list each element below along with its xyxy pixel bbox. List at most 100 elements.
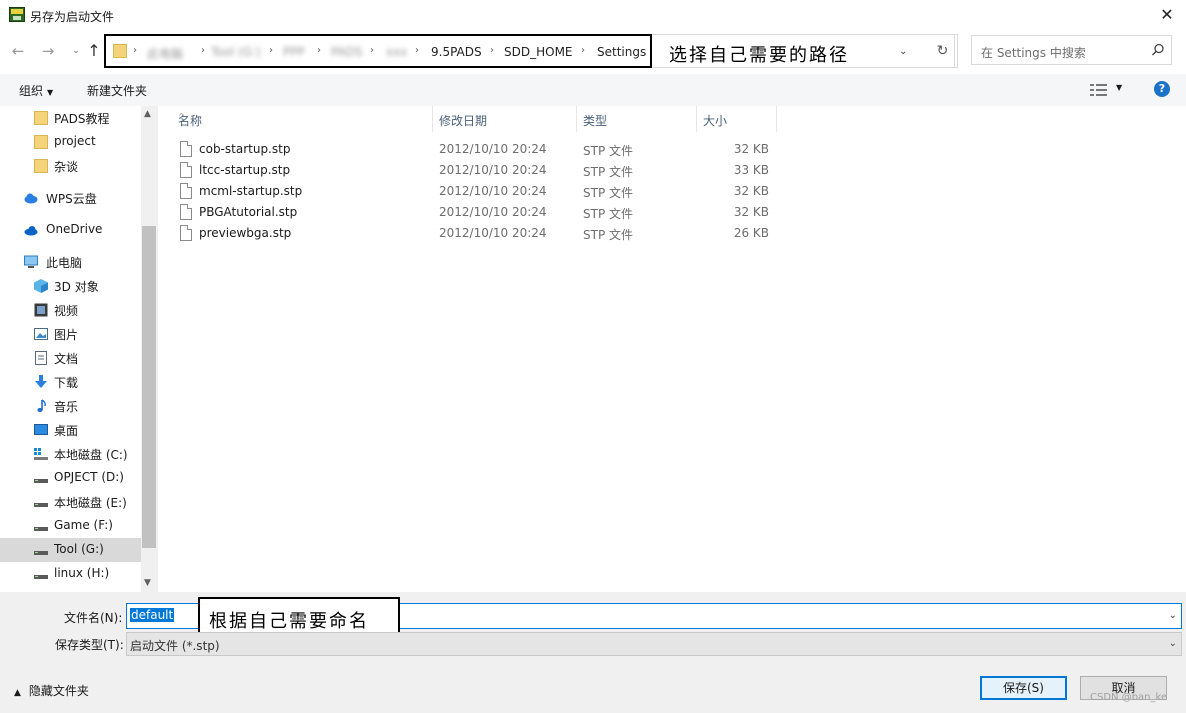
title-bar: 另存为启动文件 ✕ — [0, 0, 1186, 30]
help-icon[interactable]: ? — [1154, 81, 1170, 97]
file-name: previewbga.stp — [199, 226, 292, 240]
sidebar-item-label: 文档 — [54, 352, 79, 366]
file-icon — [180, 141, 192, 157]
sidebar-item-misc[interactable]: 杂谈 — [0, 154, 141, 178]
filetype-select[interactable]: 启动文件 (*.stp) ⌄ — [126, 632, 1182, 656]
hide-folders-toggle[interactable]: ▲ 隐藏文件夹 — [14, 682, 89, 699]
sidebar-item-drive-e[interactable]: 本地磁盘 (E:) — [0, 490, 141, 514]
sidebar-item-drive-c[interactable]: 本地磁盘 (C:) — [0, 442, 141, 466]
sidebar-item-onedrive[interactable]: OneDrive — [0, 218, 141, 242]
sidebar-item-wps-cloud[interactable]: WPS云盘 — [0, 186, 141, 210]
sidebar-item-desktop[interactable]: 桌面 — [0, 418, 141, 442]
folder-icon — [34, 111, 48, 125]
sidebar-item-label: PADS教程 — [54, 112, 110, 126]
close-button[interactable]: ✕ — [1156, 4, 1178, 26]
sidebar-item-videos[interactable]: 视频 — [0, 298, 141, 322]
file-icon — [180, 183, 192, 199]
search-input[interactable]: 在 Settings 中搜索 — [971, 35, 1172, 65]
recent-locations-chevron-icon[interactable]: ⌄ — [66, 41, 86, 61]
view-options-icon[interactable] — [1090, 83, 1108, 97]
filetype-dropdown-chevron-icon[interactable]: ⌄ — [1169, 638, 1177, 649]
scroll-up-arrow-icon[interactable]: ▲ — [144, 109, 151, 119]
path-annotation: 选择自己需要的路径 — [669, 45, 849, 66]
column-header-type[interactable]: 类型 — [577, 106, 697, 132]
sidebar-item-drive-h[interactable]: linux (H:) — [0, 562, 141, 586]
scroll-down-arrow-icon[interactable]: ▼ — [144, 578, 151, 588]
column-header-label: 类型 — [583, 114, 608, 128]
address-dropdown-chevron-icon[interactable]: ⌄ — [899, 46, 907, 57]
sort-ascending-icon: ^ — [178, 112, 185, 121]
command-toolbar: 组织 ▼ 新建文件夹 ▼ ? — [0, 74, 1186, 106]
forward-arrow-icon[interactable]: → — [38, 41, 58, 61]
sidebar-item-label: 桌面 — [54, 424, 79, 438]
search-placeholder: 在 Settings 中搜索 — [981, 46, 1086, 60]
sidebar-item-3d-objects[interactable]: 3D 对象 — [0, 274, 141, 298]
sidebar-item-drive-f[interactable]: Game (F:) — [0, 514, 141, 538]
sidebar-item-label: 杂谈 — [54, 160, 79, 174]
file-date: 2012/10/10 20:24 — [439, 184, 547, 198]
file-name: PBGAtutorial.stp — [199, 205, 298, 219]
back-arrow-icon[interactable]: ← — [8, 41, 28, 61]
window-title: 另存为启动文件 — [30, 10, 115, 24]
music-icon — [37, 399, 46, 412]
download-icon — [35, 375, 47, 388]
column-header-name[interactable]: 名称 ^ — [172, 106, 433, 132]
video-icon — [34, 303, 48, 317]
new-folder-button[interactable]: 新建文件夹 — [87, 82, 147, 99]
sidebar-item-label: 视频 — [54, 304, 79, 318]
up-arrow-icon[interactable]: ↑ — [84, 41, 104, 61]
column-header-date[interactable]: 修改日期 — [433, 106, 577, 132]
sidebar-item-label: 图片 — [54, 328, 79, 342]
organize-menu[interactable]: 组织 ▼ — [19, 82, 53, 99]
file-type: STP 文件 — [583, 186, 633, 200]
filetype-value: 启动文件 (*.stp) — [130, 639, 220, 653]
sidebar-item-label: 音乐 — [54, 400, 79, 414]
file-date: 2012/10/10 20:24 — [439, 205, 547, 219]
onedrive-icon — [24, 226, 38, 236]
cloud-icon — [24, 193, 38, 204]
file-date: 2012/10/10 20:24 — [439, 226, 547, 240]
refresh-icon[interactable]: ↻ — [928, 34, 958, 68]
view-dropdown-caret-icon[interactable]: ▼ — [1116, 83, 1122, 92]
folder-icon — [34, 159, 48, 173]
address-row: ← → ⌄ ↑ › 此电脑 › Tool (G:) › PPP › PADS ›… — [0, 30, 1186, 72]
file-row[interactable]: PBGAtutorial.stp 2012/10/10 20:24 STP 文件… — [174, 202, 774, 223]
file-row[interactable]: mcml-startup.stp 2012/10/10 20:24 STP 文件… — [174, 181, 774, 202]
folder-icon — [34, 135, 48, 149]
sidebar-item-documents[interactable]: 文档 — [0, 346, 141, 370]
save-button[interactable]: 保存(S) — [980, 676, 1067, 700]
file-name: ltcc-startup.stp — [199, 163, 291, 177]
sidebar-item-label: 此电脑 — [46, 256, 83, 270]
sidebar-item-label: OPJECT (D:) — [54, 470, 124, 484]
sidebar-item-drive-d[interactable]: OPJECT (D:) — [0, 466, 141, 490]
file-row[interactable]: ltcc-startup.stp 2012/10/10 20:24 STP 文件… — [174, 160, 774, 181]
save-form: 文件名(N): default ⌄ 根据自己需要命名 保存类型(T): 启动文件… — [0, 592, 1186, 713]
sidebar-item-drive-g[interactable]: Tool (G:) — [0, 538, 141, 562]
sidebar-item-music[interactable]: 音乐 — [0, 394, 141, 418]
filename-value: default — [130, 608, 175, 622]
file-size: 32 KB — [733, 142, 769, 156]
sidebar-scrollbar[interactable]: ▲ ▼ — [141, 106, 158, 592]
sidebar-item-label: 本地磁盘 (C:) — [54, 448, 128, 462]
file-name: mcml-startup.stp — [199, 184, 303, 198]
scrollbar-thumb[interactable] — [142, 226, 156, 548]
file-row[interactable]: cob-startup.stp 2012/10/10 20:24 STP 文件 … — [174, 139, 774, 160]
caret-up-icon: ▲ — [14, 688, 21, 698]
column-header-size[interactable]: 大小 — [697, 106, 777, 132]
file-type: STP 文件 — [583, 165, 633, 179]
file-size: 33 KB — [733, 163, 769, 177]
file-row[interactable]: previewbga.stp 2012/10/10 20:24 STP 文件 2… — [174, 223, 774, 244]
filename-dropdown-chevron-icon[interactable]: ⌄ — [1169, 610, 1177, 621]
sidebar-item-project[interactable]: project — [0, 130, 141, 154]
file-icon — [180, 225, 192, 241]
file-name: cob-startup.stp — [199, 142, 291, 156]
sidebar-item-label: 3D 对象 — [54, 280, 99, 294]
sidebar-item-this-pc[interactable]: 此电脑 — [0, 250, 141, 274]
drive-icon — [34, 575, 48, 579]
sidebar-item-label: linux (H:) — [54, 566, 110, 580]
sidebar-item-downloads[interactable]: 下载 — [0, 370, 141, 394]
file-type: STP 文件 — [583, 144, 633, 158]
drive-icon — [34, 503, 48, 507]
sidebar-item-pads-tutorial[interactable]: PADS教程 — [0, 106, 141, 130]
sidebar-item-pictures[interactable]: 图片 — [0, 322, 141, 346]
